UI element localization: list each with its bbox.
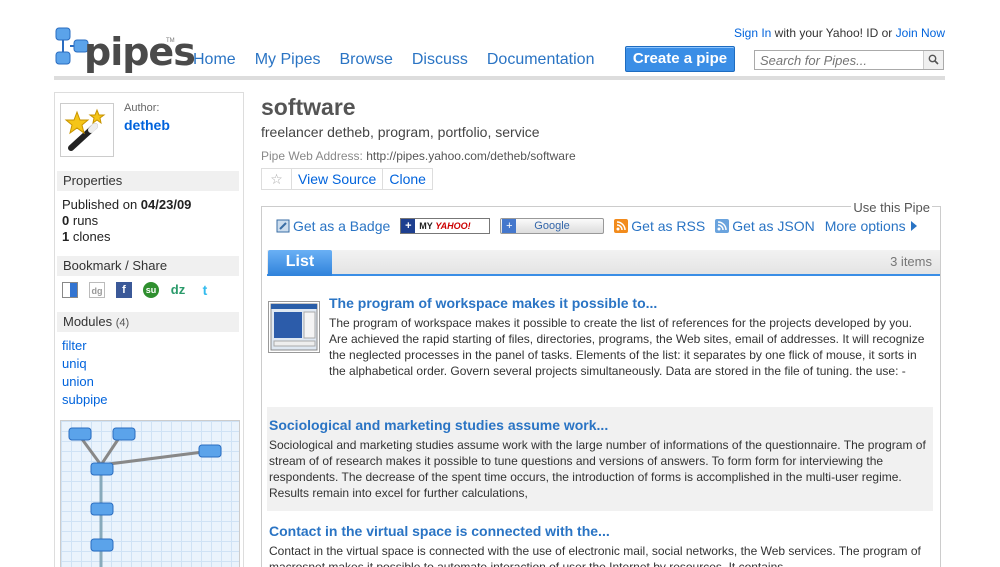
list-item: Sociological and marketing studies assum… — [267, 407, 933, 511]
bookmark-heading: Bookmark / Share — [57, 256, 239, 276]
view-source-button[interactable]: View Source — [292, 169, 384, 189]
more-options-link[interactable]: More options — [825, 218, 918, 234]
module-uniq[interactable]: uniq — [62, 356, 87, 371]
tab-list[interactable]: List — [268, 250, 332, 276]
my-yahoo-my: MY — [419, 221, 433, 231]
item-body: Contact in the virtual space is connecte… — [269, 544, 921, 567]
web-address-value[interactable]: http://pipes.yahoo.com/detheb/software — [366, 149, 575, 163]
search-icon — [928, 54, 939, 65]
pipes-logo[interactable]: pipes TM — [54, 26, 196, 78]
sign-in-text: with your Yahoo! ID or — [774, 26, 893, 40]
plus-icon: + — [401, 219, 416, 233]
item-body: The program of workspace makes it possib… — [329, 316, 925, 378]
more-options-label: More options — [824, 218, 906, 234]
modules-heading: Modules (4) — [57, 312, 239, 332]
avatar[interactable] — [60, 103, 114, 157]
author-label: Author: — [124, 102, 160, 114]
nav-discuss[interactable]: Discuss — [412, 51, 468, 69]
twitter-icon[interactable]: t — [197, 282, 213, 298]
modules-count: (4) — [115, 317, 130, 329]
logo-text: pipes — [84, 30, 196, 74]
pipe-web-address: Pipe Web Address: http://pipes.yahoo.com… — [261, 149, 576, 163]
magic-wand-icon — [64, 108, 106, 151]
signin-bar: Sign In with your Yahoo! ID or Join Now — [734, 26, 945, 40]
module-subpipe[interactable]: subpipe — [62, 392, 108, 407]
modules-label: Modules — [63, 314, 113, 329]
use-this-pipe-label: Use this Pipe — [851, 200, 932, 215]
nav-browse[interactable]: Browse — [339, 51, 392, 69]
create-pipe-button[interactable]: Create a pipe — [625, 46, 735, 72]
get-badge-label: Get as a Badge — [293, 218, 391, 234]
module-union[interactable]: union — [62, 374, 94, 389]
search-button[interactable] — [923, 51, 943, 69]
author-link[interactable]: detheb — [124, 117, 170, 133]
pipe-diagram-thumbnail[interactable] — [60, 420, 240, 567]
use-this-pipe-panel: Use this Pipe Get as a Badge + MY YAHOO!… — [261, 200, 941, 567]
published-label: Published on — [62, 197, 138, 212]
screenshot-thumbnail-icon — [270, 303, 318, 351]
runs-label: runs — [72, 213, 99, 228]
runs-info: 0 runs — [62, 213, 98, 228]
get-rss-link[interactable]: Get as RSS — [614, 218, 705, 234]
published-info: Published on 04/23/09 — [62, 197, 191, 212]
delicious-icon[interactable] — [62, 282, 78, 298]
pipe-actions: ☆ View Source Clone — [261, 168, 433, 190]
list-item: Contact in the virtual space is connecte… — [267, 521, 933, 567]
dzone-icon[interactable]: dz — [170, 282, 186, 298]
sign-in-link[interactable]: Sign In — [734, 26, 771, 40]
star-icon: ☆ — [270, 171, 283, 187]
published-date: 04/23/09 — [140, 197, 192, 212]
item-title[interactable]: The program of workspace makes it possib… — [329, 295, 933, 311]
clones-label: clones — [72, 229, 111, 244]
stumbleupon-icon[interactable]: su — [143, 282, 159, 298]
web-address-label: Pipe Web Address: — [261, 149, 363, 163]
facebook-icon[interactable]: f — [116, 282, 132, 298]
nav-home[interactable]: Home — [193, 51, 236, 69]
item-title[interactable]: Contact in the virtual space is connecte… — [269, 523, 931, 539]
properties-heading: Properties — [57, 171, 239, 191]
add-to-my-yahoo-button[interactable]: + MY YAHOO! — [400, 218, 491, 234]
rss-icon — [614, 219, 629, 233]
json-icon — [715, 219, 730, 233]
item-thumbnail[interactable] — [268, 301, 320, 353]
runs-count: 0 — [62, 213, 70, 228]
module-filter[interactable]: filter — [62, 338, 87, 353]
my-yahoo-brand: YAHOO! — [435, 221, 471, 231]
get-badge-link[interactable]: Get as a Badge — [276, 218, 390, 234]
bookmark-icons: dg f su dz t — [62, 282, 213, 298]
item-title[interactable]: Sociological and marketing studies assum… — [269, 417, 931, 433]
clones-info: 1 clones — [62, 229, 110, 244]
search-input[interactable] — [755, 51, 921, 69]
clones-count: 1 — [62, 229, 70, 244]
list-item: The program of workspace makes it possib… — [267, 295, 933, 399]
add-to-google-button[interactable]: + Google — [500, 218, 605, 234]
google-label: Google — [534, 220, 570, 232]
item-count: 3 items — [890, 254, 932, 269]
logo-trademark: TM — [166, 38, 175, 44]
main-nav: Home My Pipes Browse Discuss Documentati… — [193, 51, 613, 69]
get-json-label: Get as JSON — [732, 218, 815, 234]
page-title: software — [261, 94, 356, 120]
digg-icon[interactable]: dg — [89, 282, 105, 298]
header-divider — [54, 76, 945, 80]
favorite-button[interactable]: ☆ — [262, 169, 292, 189]
search-box — [754, 50, 944, 70]
output-options: Get as a Badge + MY YAHOO! + Google Get … — [276, 218, 928, 234]
results-tab-bar: List 3 items — [267, 250, 940, 276]
plus-icon: + — [502, 219, 517, 233]
nav-my-pipes[interactable]: My Pipes — [255, 51, 321, 69]
get-json-link[interactable]: Get as JSON — [715, 218, 815, 234]
badge-icon — [276, 219, 290, 233]
sidebar: Author: detheb Properties Published on 0… — [54, 92, 244, 567]
nav-documentation[interactable]: Documentation — [487, 51, 595, 69]
item-body: Sociological and marketing studies assum… — [269, 438, 926, 500]
pipe-tags: freelancer detheb, program, portfolio, s… — [261, 124, 540, 140]
join-now-link[interactable]: Join Now — [896, 26, 945, 40]
get-rss-label: Get as RSS — [631, 218, 706, 234]
pipe-diagram-graphic — [68, 427, 222, 567]
clone-button[interactable]: Clone — [383, 169, 432, 189]
triangle-right-icon — [910, 221, 917, 231]
